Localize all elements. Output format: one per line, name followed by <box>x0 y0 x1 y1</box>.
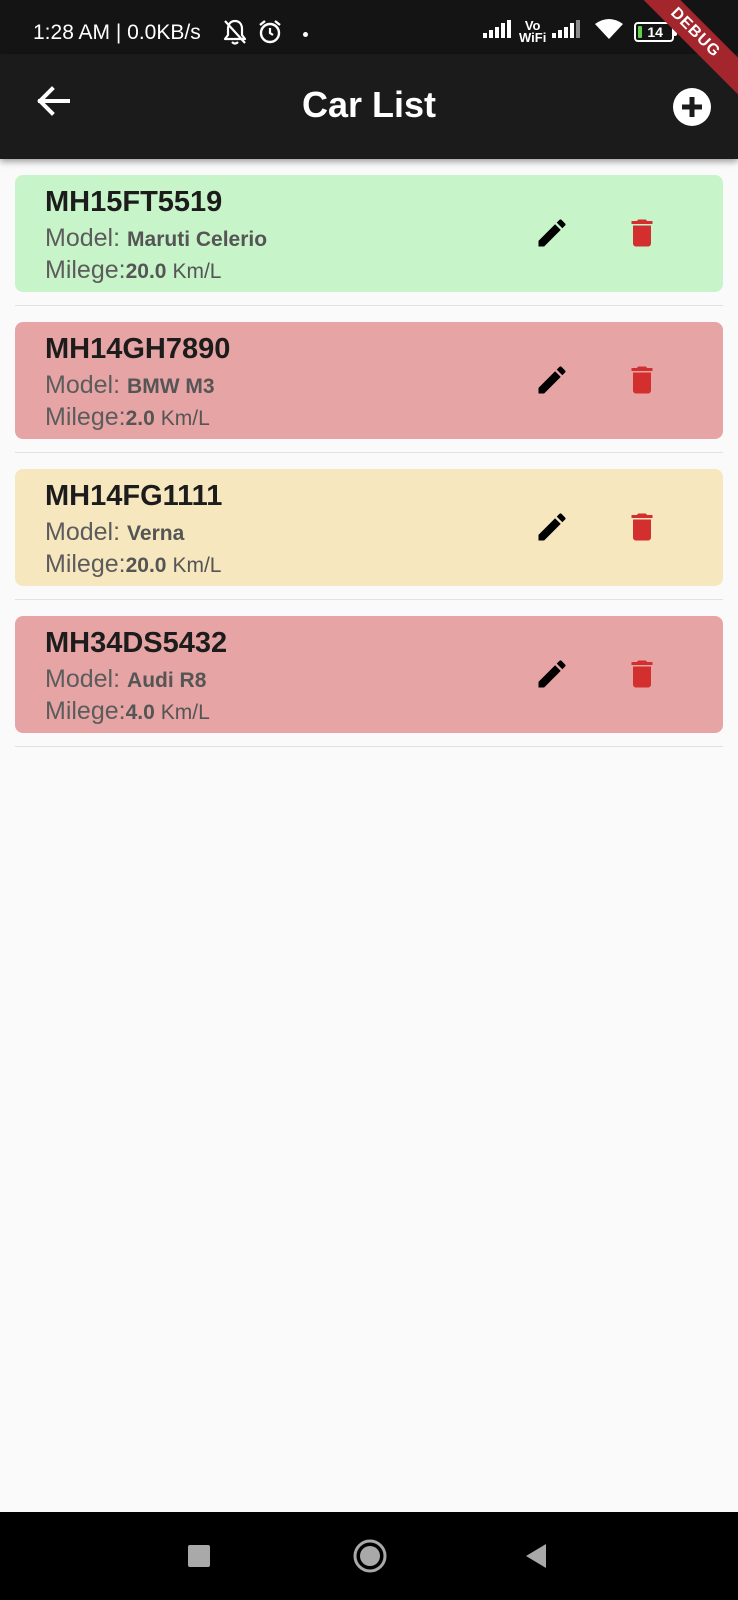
car-milege: 2.0 <box>125 407 155 430</box>
edit-button[interactable] <box>530 213 574 257</box>
divider <box>15 746 723 747</box>
edit-button[interactable] <box>530 360 574 404</box>
list-item: MH14GH7890 Model: BMW M3 Milege:2.0 Km/L <box>0 306 738 453</box>
car-card[interactable]: MH14FG1111 Model: Verna Milege:20.0 Km/L <box>15 469 723 586</box>
recents-icon[interactable] <box>188 1545 210 1567</box>
car-plate: MH14GH7890 <box>45 333 231 365</box>
status-bar: 1:28 AM | 0.0KB/s Vo WiFi 14 <box>0 0 738 54</box>
milege-unit: Km/L <box>160 701 210 724</box>
pencil-icon <box>534 509 570 550</box>
alarm-icon <box>256 18 284 51</box>
add-circle-icon <box>672 87 712 132</box>
trash-icon <box>624 215 660 256</box>
battery-level: 14 <box>647 23 663 40</box>
list-item: MH14FG1111 Model: Verna Milege:20.0 Km/L <box>0 453 738 600</box>
notification-dot <box>303 32 308 37</box>
system-nav-bar <box>0 1512 738 1600</box>
signal-icon <box>483 20 513 43</box>
trash-icon <box>624 362 660 403</box>
car-model-line: Model: Audi R8 <box>45 664 206 698</box>
delete-button[interactable] <box>620 507 664 551</box>
milege-unit: Km/L <box>172 554 222 577</box>
milege-label: Milege: <box>45 550 126 578</box>
car-model: Maruti Celerio <box>127 228 268 251</box>
car-milege: 20.0 <box>125 554 167 577</box>
milege-label: Milege: <box>45 697 126 725</box>
pencil-icon <box>534 656 570 697</box>
milege-label: Milege: <box>45 256 126 284</box>
page-title: Car List <box>301 84 437 125</box>
list-item: MH15FT5519 Model: Maruti Celerio Milege:2… <box>0 159 738 306</box>
app-bar: Car List <box>0 54 738 159</box>
car-milege: 4.0 <box>125 701 155 724</box>
model-label: Model: <box>45 665 121 693</box>
home-icon[interactable] <box>352 1538 388 1574</box>
car-model: Verna <box>127 522 185 545</box>
edit-button[interactable] <box>530 507 574 551</box>
car-plate: MH15FT5519 <box>45 186 223 218</box>
model-label: Model: <box>45 224 121 252</box>
car-card[interactable]: MH15FT5519 Model: Maruti Celerio Milege:2… <box>15 175 723 292</box>
car-card[interactable]: MH34DS5432 Model: Audi R8 Milege:4.0 Km/L <box>15 616 723 733</box>
trash-icon <box>624 509 660 550</box>
car-model: BMW M3 <box>127 375 215 398</box>
delete-button[interactable] <box>620 213 664 257</box>
pencil-icon <box>534 215 570 256</box>
trash-icon <box>624 656 660 697</box>
model-label: Model: <box>45 371 121 399</box>
back-triangle-icon[interactable] <box>524 1542 548 1570</box>
delete-button[interactable] <box>620 360 664 404</box>
battery-fill <box>638 25 643 38</box>
status-time: 1:28 AM | 0.0KB/s <box>33 21 201 44</box>
car-list: MH15FT5519 Model: Maruti Celerio Milege:2… <box>0 159 738 747</box>
status-left-icons <box>222 18 284 51</box>
delete-button[interactable] <box>620 654 664 698</box>
milege-label: Milege: <box>45 403 126 431</box>
wifi-icon <box>594 18 624 45</box>
car-milege-line: Milege:20.0 Km/L <box>45 549 221 583</box>
vowifi-indicator: Vo WiFi <box>519 17 547 45</box>
car-milege-line: Milege:20.0 Km/L <box>45 255 221 289</box>
mute-bell-icon <box>222 18 248 51</box>
milege-unit: Km/L <box>160 407 210 430</box>
list-item: MH34DS5432 Model: Audi R8 Milege:4.0 Km/L <box>0 600 738 747</box>
car-model-line: Model: Verna <box>45 517 184 551</box>
car-card[interactable]: MH14GH7890 Model: BMW M3 Milege:2.0 Km/L <box>15 322 723 439</box>
add-car-button[interactable] <box>668 85 716 133</box>
pencil-icon <box>534 362 570 403</box>
car-plate: MH14FG1111 <box>45 480 223 512</box>
car-model: Audi R8 <box>127 669 207 692</box>
milege-unit: Km/L <box>172 260 222 283</box>
car-milege-line: Milege:2.0 Km/L <box>45 402 210 436</box>
car-milege-line: Milege:4.0 Km/L <box>45 696 210 730</box>
signal-icon <box>552 20 582 43</box>
model-label: Model: <box>45 518 121 546</box>
car-milege: 20.0 <box>125 260 167 283</box>
car-plate: MH34DS5432 <box>45 627 228 659</box>
car-model-line: Model: BMW M3 <box>45 370 215 404</box>
status-right-icons: Vo WiFi 14 <box>483 17 693 45</box>
car-model-line: Model: Maruti Celerio <box>45 223 267 257</box>
edit-button[interactable] <box>530 654 574 698</box>
